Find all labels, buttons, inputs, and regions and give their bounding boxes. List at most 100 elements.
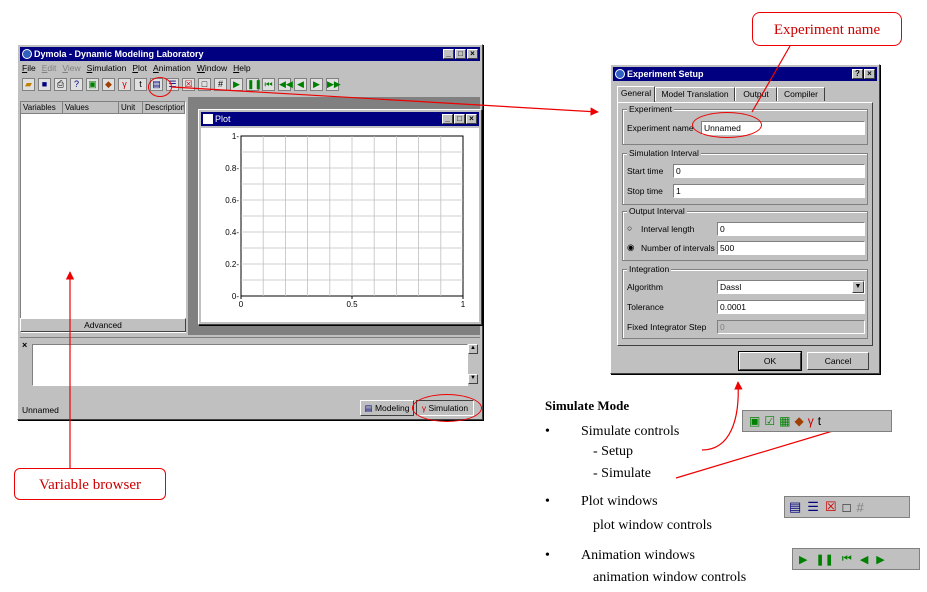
plot-minimize-button[interactable]: _ <box>442 114 453 124</box>
dialog-help-button[interactable]: ? <box>852 69 863 79</box>
setup-link-curve <box>701 381 743 451</box>
step-forward-icon[interactable]: ▶ <box>310 77 323 91</box>
advanced-button[interactable]: Advanced <box>20 318 186 332</box>
bullet1-sub1: - Setup <box>593 444 634 459</box>
menu-bar: File Edit View Simulation Plot Animation… <box>22 63 251 73</box>
setup-icon[interactable]: t <box>134 77 147 91</box>
setup-icon-highlight <box>148 77 172 97</box>
start-time-field[interactable]: 0 <box>673 164 865 178</box>
setup-icon: t <box>817 414 822 428</box>
grid-icon[interactable]: # <box>214 77 227 91</box>
plot-close-button[interactable]: × <box>466 114 477 124</box>
variable-browser-callout: Variable browser <box>14 468 166 500</box>
number-of-intervals-field[interactable]: 500 <box>717 241 865 255</box>
main-toolbar: ▰ ■ ⎙ ? ▣ ◆ γ t ▤ ☰ ☒ □ # ▶ ❚❚ ⏮ ◀◀ ◀ ▶ … <box>22 75 407 93</box>
simulate-link-arrow <box>675 422 857 479</box>
save-icon[interactable]: ■ <box>38 77 51 91</box>
minimize-button[interactable]: _ <box>443 49 454 59</box>
x-tick-label: 1 <box>461 300 466 309</box>
maximize-button[interactable]: □ <box>455 49 466 59</box>
menu-edit[interactable]: Edit <box>42 63 57 73</box>
message-close-icon[interactable]: × <box>22 340 27 350</box>
play-icon[interactable]: ▶ <box>230 77 243 91</box>
plot-maximize-button[interactable]: □ <box>454 114 465 124</box>
plot-titlebar: Plot _ □ × <box>201 112 479 126</box>
x-tick-label: 0.5 <box>346 300 358 309</box>
plot-window-icon <box>203 114 213 124</box>
dymola-app-icon <box>22 49 32 59</box>
pause-icon[interactable]: ❚❚ <box>246 77 262 91</box>
rewind-icon: ⏮ <box>841 552 852 565</box>
output-interval-group: Output Interval ○ Interval length 0 ◉ Nu… <box>622 206 868 261</box>
open-icon[interactable]: ▰ <box>22 77 35 91</box>
tab-output[interactable]: Output <box>735 87 777 101</box>
help-pointer-icon[interactable]: ? <box>70 77 83 91</box>
simulate-controls-toolbar: ▣ ☑ ▦ ◆ γ t <box>742 410 892 432</box>
dialog-titlebar: Experiment Setup ? × <box>613 67 877 81</box>
bullet3-text: Animation windows <box>581 548 695 563</box>
message-panel: × ▲ ▼ <box>20 337 480 397</box>
tolerance-field[interactable]: 0.0001 <box>717 300 865 314</box>
integration-group-title: Integration <box>627 264 672 274</box>
rescale-icon[interactable]: □ <box>198 77 211 91</box>
plot-controls-toolbar: ▤ ☰ ☒ □ # <box>784 496 910 518</box>
scroll-up-button[interactable]: ▲ <box>468 344 478 354</box>
integration-group: Integration Algorithm Dassl ▼ Tolerance … <box>622 264 868 339</box>
menu-plot[interactable]: Plot <box>132 63 147 73</box>
message-text-area[interactable] <box>32 344 468 386</box>
modeling-mode-button[interactable]: ▤ Modeling <box>360 400 414 416</box>
menu-file[interactable]: File <box>22 63 36 73</box>
interval-length-field[interactable]: 0 <box>717 222 865 236</box>
plot-window-title: Plot <box>215 114 231 124</box>
stop-time-field[interactable]: 1 <box>673 184 865 198</box>
variable-browser[interactable]: Variables Values Unit Description <box>20 101 186 333</box>
fast-forward-icon[interactable]: ▶▶ <box>326 77 341 91</box>
load-icon[interactable]: ◆ <box>102 77 115 91</box>
number-of-intervals-radio[interactable]: ◉ <box>627 242 634 253</box>
simulation-interval-group: Simulation Interval Start time 0 Stop ti… <box>622 148 868 205</box>
tab-compiler[interactable]: Compiler <box>777 87 825 101</box>
scroll-down-button[interactable]: ▼ <box>468 374 478 384</box>
x-tick-label: 0 <box>239 300 244 309</box>
menu-animation[interactable]: Animation <box>153 63 191 73</box>
y-tick-label: 0.4- <box>225 228 239 237</box>
col-description[interactable]: Description <box>143 102 185 114</box>
dialog-close-button[interactable]: × <box>864 69 875 79</box>
grid-icon: # <box>856 499 864 515</box>
simulation-button-highlight <box>412 394 482 422</box>
simulate-icon[interactable]: γ <box>118 77 131 91</box>
play-icon: ▶ <box>799 553 808 566</box>
plot-canvas[interactable]: 0- 0.2- 0.4- 0.6- 0.8- 1- 0 0.5 1 <box>201 128 479 322</box>
interval-length-radio[interactable]: ○ <box>627 223 632 233</box>
cancel-button[interactable]: Cancel <box>807 352 869 370</box>
close-button[interactable]: × <box>467 49 478 59</box>
erase-plot-icon[interactable]: ☒ <box>182 77 195 91</box>
algorithm-label: Algorithm <box>627 282 663 292</box>
simulate-icon: γ <box>807 414 814 428</box>
tab-model-translation[interactable]: Model Translation <box>655 87 735 101</box>
plot-chart: 0-0.2-0.4-0.6-0.8-1-0 0.5 1 <box>225 132 466 309</box>
tab-general[interactable]: General <box>617 86 655 102</box>
algorithm-value: Dassl <box>720 282 742 292</box>
col-variables[interactable]: Variables <box>21 102 63 114</box>
experiment-setup-dialog: Experiment Setup ? × General Model Trans… <box>610 64 880 374</box>
bullet2-sub: plot window controls <box>593 518 712 533</box>
reverse-icon[interactable]: ◀◀ <box>278 77 293 91</box>
experiment-name-highlight <box>692 112 762 138</box>
menu-window[interactable]: Window <box>197 63 227 73</box>
translate-icon[interactable]: ▣ <box>86 77 99 91</box>
chevron-down-icon[interactable]: ▼ <box>852 281 864 293</box>
step-back-icon[interactable]: ◀ <box>294 77 307 91</box>
ok-button[interactable]: OK <box>739 352 801 370</box>
col-unit[interactable]: Unit <box>119 102 143 114</box>
algorithm-select[interactable]: Dassl ▼ <box>717 280 865 294</box>
menu-view[interactable]: View <box>62 63 80 73</box>
rewind-icon[interactable]: ⏮ <box>262 77 275 91</box>
y-tick-label: 1- <box>232 132 239 141</box>
print-icon[interactable]: ⎙ <box>54 77 67 91</box>
output-interval-group-title: Output Interval <box>627 206 687 216</box>
dymola-main-window: Dymola - Dynamic Modeling Laboratory _ □… <box>17 44 483 420</box>
menu-simulation[interactable]: Simulation <box>87 63 127 73</box>
col-values[interactable]: Values <box>63 102 119 114</box>
menu-help[interactable]: Help <box>233 63 250 73</box>
